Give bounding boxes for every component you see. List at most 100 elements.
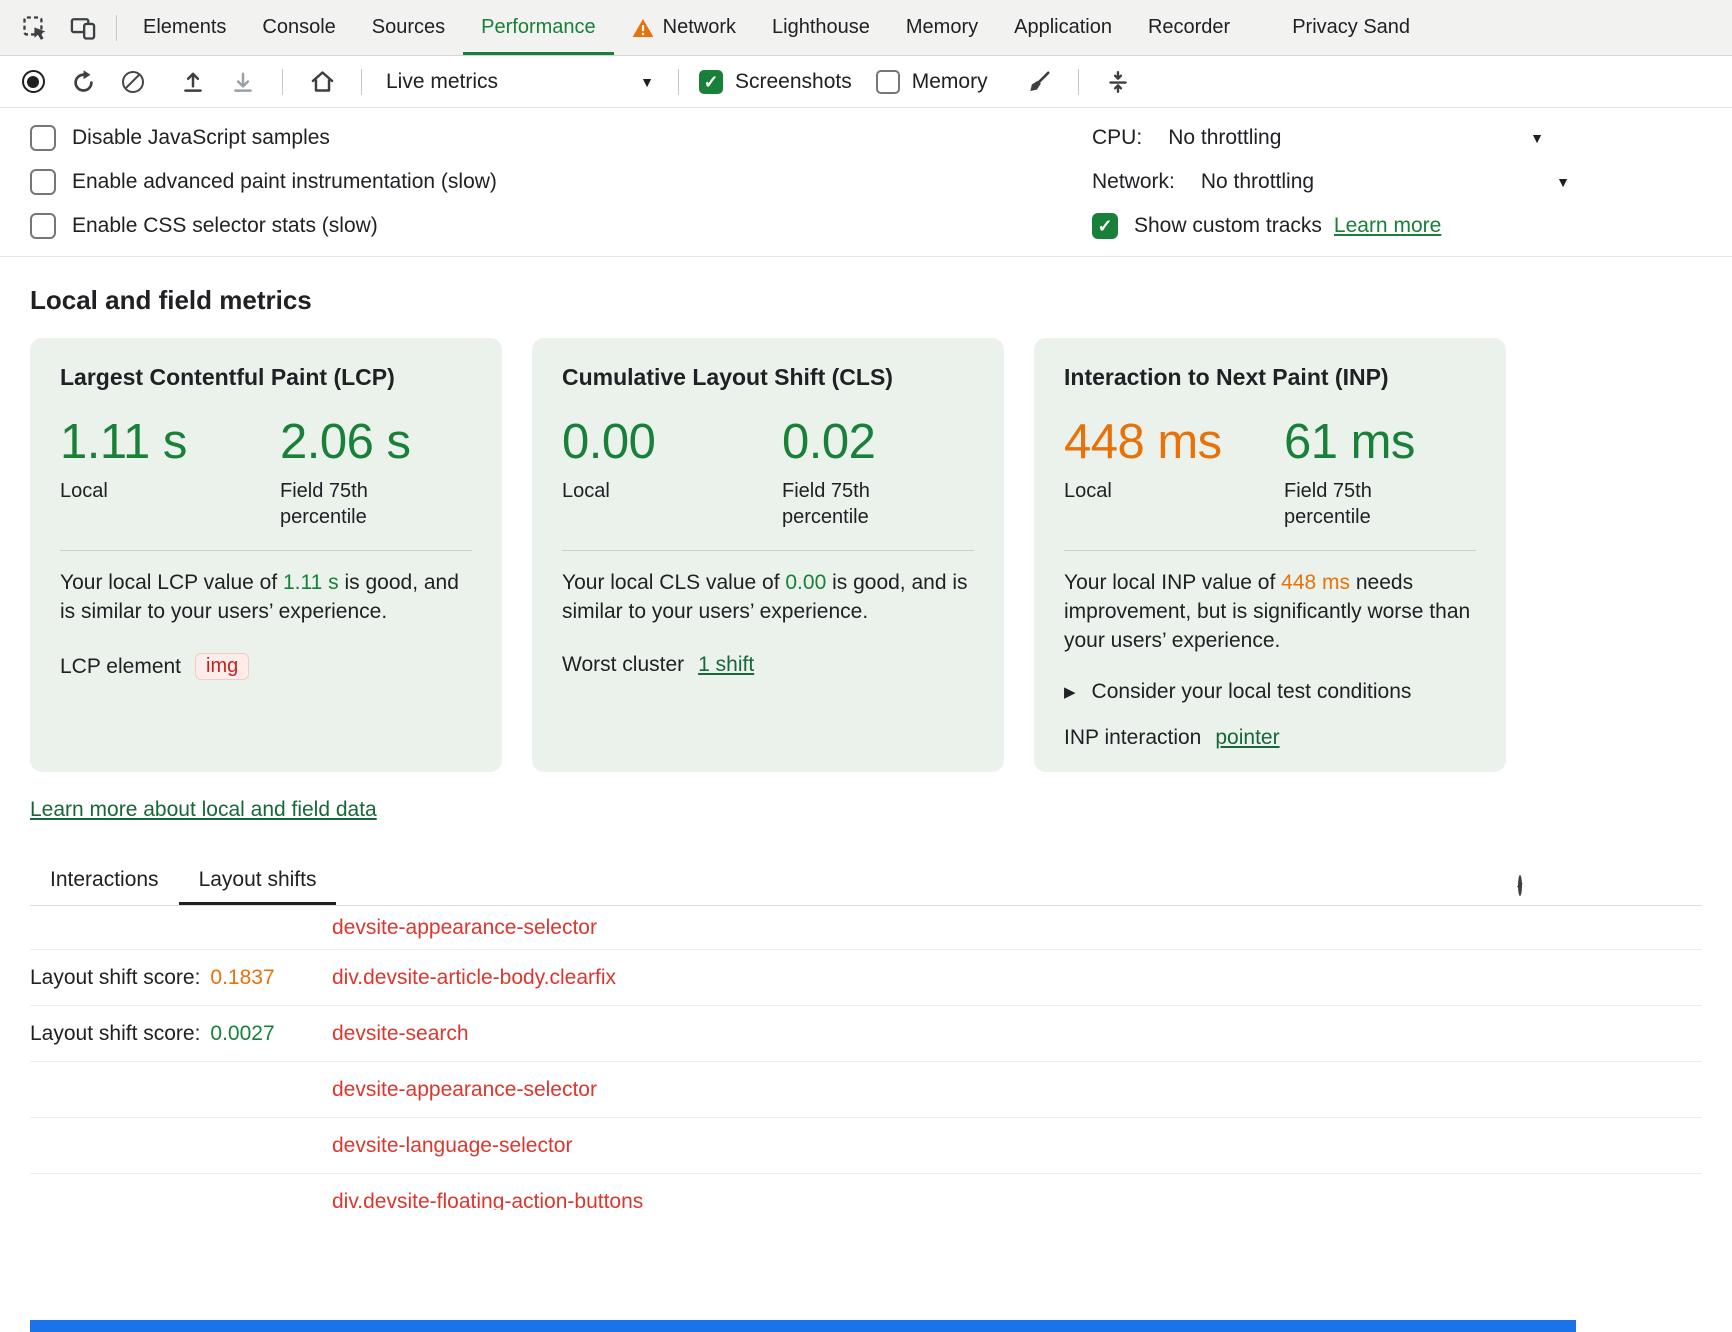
element-node-link[interactable]: div.devsite-article-body.clearfix — [332, 966, 616, 990]
network-label: Network: — [1092, 170, 1175, 194]
inp-local-label: Local — [1064, 478, 1284, 504]
cls-local-label: Local — [562, 478, 782, 504]
cpu-throttling-select[interactable]: CPU: No throttling ▼ — [1092, 116, 1544, 160]
memory-checkbox[interactable] — [876, 70, 900, 94]
clear-log-icon[interactable] — [1518, 877, 1522, 895]
clear-button[interactable] — [114, 63, 152, 101]
tab-performance[interactable]: Performance — [463, 0, 614, 55]
learn-more-link[interactable]: Learn more — [1334, 214, 1441, 238]
element-node-link[interactable]: devsite-appearance-selector — [332, 916, 597, 940]
home-icon[interactable] — [303, 63, 341, 101]
inp-local-conditions-expander[interactable]: ▶ Consider your local test conditions — [1064, 680, 1476, 704]
tab-recorder-label: Recorder — [1148, 16, 1230, 39]
tabbar-separator — [116, 15, 117, 41]
collapse-tracks-icon[interactable] — [1099, 63, 1137, 101]
devtools-tabbar: Elements Console Sources Performance Net… — [0, 0, 1732, 56]
device-toolbar-icon[interactable] — [62, 7, 104, 49]
inp-values: 448 ms Local 61 ms Field 75th percentile — [1064, 417, 1476, 530]
capture-settings: Disable JavaScript samples Enable advanc… — [0, 108, 1732, 257]
inp-desc-pre: Your local INP value of — [1064, 571, 1281, 594]
cls-desc-pre: Your local CLS value of — [562, 571, 785, 594]
tab-lighthouse-label: Lighthouse — [772, 16, 870, 39]
tab-elements[interactable]: Elements — [125, 0, 244, 55]
network-throttling-select[interactable]: Network: No throttling ▼ — [1092, 160, 1544, 204]
learn-more-local-field-link[interactable]: Learn more about local and field data — [30, 798, 377, 822]
tab-console[interactable]: Console — [244, 0, 353, 55]
element-node-link[interactable]: devsite-search — [332, 1022, 469, 1046]
reload-and-record-button[interactable] — [64, 63, 102, 101]
performance-toolbar: Live metrics ▼ ✓ Screenshots Memory — [0, 56, 1732, 108]
css-selector-stats-checkbox[interactable] — [30, 213, 56, 239]
lcp-card-title: Largest Contentful Paint (LCP) — [60, 364, 472, 391]
cls-card-title: Cumulative Layout Shift (CLS) — [562, 364, 974, 391]
gc-brush-icon[interactable] — [1020, 63, 1058, 101]
inp-field-column: 61 ms Field 75th percentile — [1284, 417, 1424, 530]
cls-card: Cumulative Layout Shift (CLS) 0.00 Local… — [532, 338, 1004, 772]
inp-interaction-label: INP interaction — [1064, 726, 1201, 750]
live-metrics-dropdown[interactable]: Live metrics ▼ — [382, 70, 658, 94]
lcp-values: 1.11 s Local 2.06 s Field 75th percentil… — [60, 417, 472, 530]
layout-shift-row[interactable]: Layout shift score: 0.0027 devsite-searc… — [30, 1006, 1702, 1062]
live-metrics-label: Live metrics — [386, 70, 498, 94]
disable-js-samples-checkbox[interactable] — [30, 125, 56, 151]
toolbar-separator — [361, 69, 362, 95]
tab-application[interactable]: Application — [996, 0, 1130, 55]
layout-shift-row[interactable]: devsite-appearance-selector — [30, 1062, 1702, 1118]
horizontal-scrollbar[interactable] — [30, 1320, 1576, 1332]
inspect-element-icon[interactable] — [14, 7, 56, 49]
chevron-down-icon: ▼ — [1556, 174, 1570, 190]
tab-network-label: Network — [663, 16, 736, 39]
show-custom-tracks-label: Show custom tracks — [1134, 214, 1322, 238]
tab-recorder[interactable]: Recorder — [1130, 0, 1248, 55]
screenshots-checkbox[interactable]: ✓ — [699, 70, 723, 94]
cls-field-label: Field 75th percentile — [782, 478, 922, 530]
layout-shift-row[interactable]: devsite-appearance-selector — [30, 906, 1702, 950]
tab-sources[interactable]: Sources — [354, 0, 463, 55]
tab-memory[interactable]: Memory — [888, 0, 996, 55]
tab-memory-label: Memory — [906, 16, 978, 39]
tab-privacy-sandbox[interactable]: Privacy Sand — [1274, 0, 1428, 55]
advanced-paint-checkbox[interactable] — [30, 169, 56, 195]
save-profile-icon[interactable] — [224, 63, 262, 101]
lcp-element-row: LCP element img — [60, 653, 472, 680]
css-selector-stats-label: Enable CSS selector stats (slow) — [72, 214, 378, 238]
cls-worst-cluster-link[interactable]: 1 shift — [698, 653, 754, 677]
local-field-metrics-heading: Local and field metrics — [30, 285, 1702, 316]
tabbar-left-icons — [14, 0, 108, 55]
tab-interactions-label: Interactions — [50, 868, 159, 891]
divider — [60, 550, 472, 551]
layout-shift-row[interactable]: div.devsite-floating-action-buttons — [30, 1174, 1702, 1210]
divider — [562, 550, 974, 551]
element-node-link[interactable]: devsite-language-selector — [332, 1134, 572, 1158]
inp-interaction-link[interactable]: pointer — [1215, 726, 1279, 750]
record-button[interactable] — [14, 63, 52, 101]
lcp-local-column: 1.11 s Local — [60, 417, 280, 530]
layout-shift-row[interactable]: devsite-language-selector — [30, 1118, 1702, 1174]
toolbar-separator — [678, 69, 679, 95]
lcp-field-label: Field 75th percentile — [280, 478, 420, 530]
inp-local-conditions-label: Consider your local test conditions — [1092, 680, 1412, 704]
logs-tabbar: Interactions Layout shifts — [30, 868, 1702, 906]
show-custom-tracks-checkbox[interactable]: ✓ — [1092, 213, 1118, 239]
load-profile-icon[interactable] — [174, 63, 212, 101]
lcp-local-label: Local — [60, 478, 280, 504]
cls-field-value: 0.02 — [782, 417, 922, 468]
tab-layout-shifts[interactable]: Layout shifts — [179, 868, 337, 905]
cls-description: Your local CLS value of 0.00 is good, an… — [562, 569, 974, 627]
element-node-link[interactable]: div.devsite-floating-action-buttons — [332, 1190, 643, 1211]
layout-shift-row[interactable]: Layout shift score: 0.1837 div.devsite-a… — [30, 950, 1702, 1006]
tab-lighthouse[interactable]: Lighthouse — [754, 0, 888, 55]
inp-local-value: 448 ms — [1064, 417, 1284, 468]
capture-settings-checkboxes: Disable JavaScript samples Enable advanc… — [30, 116, 1092, 248]
inp-local-column: 448 ms Local — [1064, 417, 1284, 530]
lcp-element-node-link[interactable]: img — [195, 653, 249, 680]
tab-network[interactable]: Network — [614, 0, 754, 55]
lcp-card: Largest Contentful Paint (LCP) 1.11 s Lo… — [30, 338, 502, 772]
chevron-down-icon: ▼ — [1530, 130, 1544, 146]
score-cell: Layout shift score: 0.0027 — [30, 1022, 332, 1046]
score-value: 0.0027 — [210, 1022, 274, 1046]
element-node-link[interactable]: devsite-appearance-selector — [332, 1078, 597, 1102]
inp-field-value: 61 ms — [1284, 417, 1424, 468]
tab-privacy-sandbox-label: Privacy Sand — [1292, 16, 1410, 39]
tab-interactions[interactable]: Interactions — [30, 868, 179, 905]
